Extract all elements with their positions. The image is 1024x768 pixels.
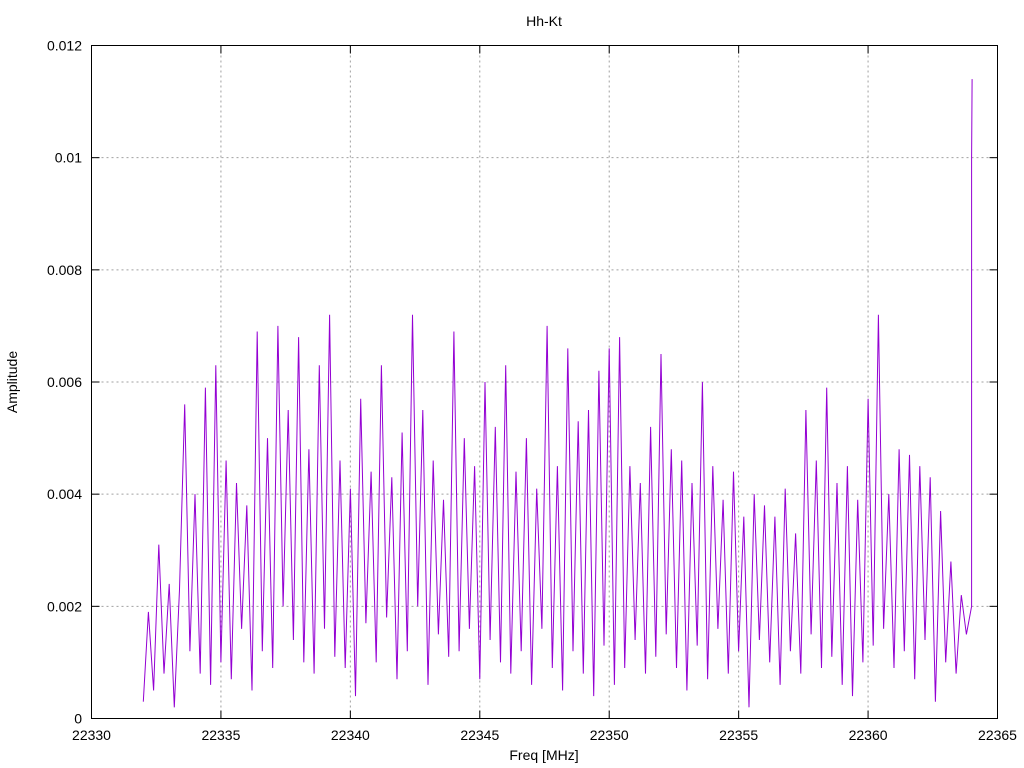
y-tick-label: 0.008 bbox=[47, 262, 82, 278]
chart-title: Hh-Kt bbox=[526, 13, 562, 29]
x-axis-label: Freq [MHz] bbox=[509, 747, 578, 763]
x-tick-label: 22365 bbox=[978, 727, 1017, 743]
tick-labels: 22330 22335 22340 22345 22350 22355 22360 22365… bbox=[47, 38, 1017, 744]
x-tick-label: 22350 bbox=[590, 727, 629, 743]
x-tick-label: 22360 bbox=[849, 727, 888, 743]
y-tick-label: 0.004 bbox=[47, 486, 82, 502]
y-tick-label: 0.01 bbox=[55, 150, 82, 166]
y-axis-label: Amplitude bbox=[4, 351, 20, 413]
y-tick-label: 0.006 bbox=[47, 374, 82, 390]
x-tick-label: 22330 bbox=[72, 727, 111, 743]
x-tick-label: 22340 bbox=[331, 727, 370, 743]
x-tick-label: 22345 bbox=[460, 727, 499, 743]
y-tick-label: 0.002 bbox=[47, 598, 82, 614]
series bbox=[142, 79, 973, 708]
y-tick-label: 0 bbox=[74, 711, 82, 727]
y-tick-label: 0.012 bbox=[47, 38, 82, 54]
chart: 22330 22335 22340 22345 22350 22355 22360 22365… bbox=[4, 13, 1017, 763]
series-line bbox=[142, 79, 973, 708]
x-tick-label: 22335 bbox=[201, 727, 240, 743]
x-tick-label: 22355 bbox=[719, 727, 758, 743]
